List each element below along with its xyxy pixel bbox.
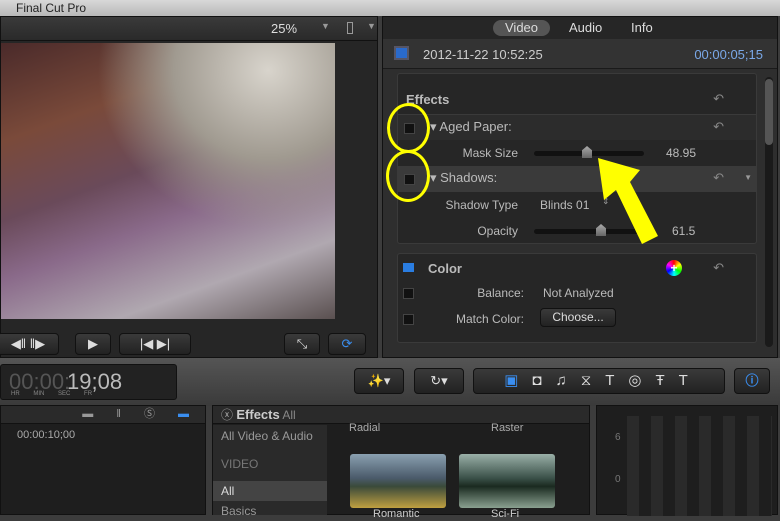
- category-heading: VIDEO: [221, 457, 259, 471]
- photo-icon[interactable]: ◘: [532, 372, 555, 389]
- reset-effects-icon[interactable]: ↶: [713, 91, 724, 107]
- view-options-icon[interactable]: [347, 22, 353, 34]
- clip-header: 2012-11-22 10:52:25 00:00:05;15: [383, 39, 777, 69]
- tab-audio[interactable]: Audio: [557, 20, 614, 36]
- shadows-label: Shadows:: [440, 170, 498, 185]
- mask-size-value[interactable]: 48.95: [666, 146, 696, 160]
- category-item[interactable]: All Video & Audio: [213, 425, 327, 447]
- choose-button[interactable]: Choose...: [540, 308, 616, 327]
- inspector-scrollbar[interactable]: [765, 77, 773, 347]
- tab-video[interactable]: Video: [493, 20, 551, 36]
- aged-paper-label: Aged Paper:: [439, 119, 512, 134]
- browser-title: Effects: [236, 407, 280, 422]
- timeline-ruler: 00:00:10;00: [17, 429, 76, 441]
- effect-label: Sci-Fi: [491, 508, 520, 520]
- clip-name: 2012-11-22 10:52:25: [423, 47, 543, 62]
- mask-size-label: Mask Size: [462, 146, 518, 160]
- effect-thumbnail-scifi[interactable]: [459, 454, 555, 508]
- play-button[interactable]: ▶: [75, 333, 111, 355]
- view-dropdown-icon[interactable]: ▼: [367, 21, 376, 31]
- viewer-header: 25% ▼ ▼: [1, 17, 377, 41]
- effect-thumbnail-romantic[interactable]: [350, 454, 446, 508]
- frame-step-buttons[interactable]: ◀‖ ‖▶: [0, 333, 59, 355]
- timeline-panel: ▬ ‖ Ⓢ ▬ 00:00:10;00: [0, 405, 206, 515]
- unit-min: MIN: [33, 391, 45, 397]
- color-add-icon[interactable]: +: [666, 260, 682, 276]
- meter-tick: 0: [615, 474, 621, 485]
- timecode-display: 00:00: 19;08 HR MIN SEC FR: [0, 364, 177, 400]
- zoom-dropdown-icon[interactable]: ▼: [321, 21, 330, 31]
- audio-meter-panel: 6 0: [596, 405, 778, 516]
- unit-fr: FR: [84, 391, 93, 397]
- color-section: Color + ↶ Balance: Not Analyzed Match Co…: [397, 253, 757, 343]
- loop-button[interactable]: ⟳: [328, 333, 366, 355]
- inspector-tabs: Video Audio Info: [383, 17, 777, 39]
- reset-shadows-icon[interactable]: ↶: [713, 170, 724, 186]
- timeline-toolbar[interactable]: ▬ ‖ Ⓢ ▬: [1, 406, 205, 424]
- effect-label: Radial: [349, 422, 381, 434]
- video-frame: [1, 43, 335, 319]
- opacity-value[interactable]: 61.5: [672, 224, 695, 238]
- reset-color-icon[interactable]: ↶: [713, 260, 724, 276]
- balance-label: Balance:: [477, 286, 524, 300]
- unit-sec: SEC: [58, 391, 71, 397]
- category-list: All Video & Audio VIDEO All Basics: [213, 425, 327, 518]
- shadows-header: ▾ Shadows: ↶ ▼: [398, 166, 756, 192]
- shadows-menu-icon[interactable]: ▼: [744, 173, 752, 182]
- effect-label: Raster: [491, 422, 524, 434]
- shadow-type-select[interactable]: Blinds 01: [540, 198, 589, 212]
- audio-meter: [627, 416, 772, 516]
- effects-section: Effects ↶ ▾ Aged Paper: ↶ Mask Size 48.9…: [397, 73, 757, 244]
- app-title: Final Cut Pro: [0, 0, 780, 16]
- toolbar: 00:00: 19;08 HR MIN SEC FR ✨▾ ↻▾ ▣◘♫⧖T◎Ŧ…: [0, 358, 780, 406]
- balance-value: Not Analyzed: [543, 286, 614, 300]
- color-title: Color: [428, 261, 462, 276]
- inspector-button[interactable]: ⓘ: [734, 368, 770, 394]
- color-enable-checkbox[interactable]: [403, 263, 414, 272]
- titles-icon[interactable]: T: [605, 372, 628, 389]
- browser-filter: All: [282, 408, 296, 422]
- transitions-icon[interactable]: ⧖: [581, 372, 606, 389]
- inspector-panel: Video Audio Info 2012-11-22 10:52:25 00:…: [382, 16, 778, 358]
- category-item[interactable]: Basics: [213, 501, 327, 521]
- annotation-circle: [387, 103, 430, 153]
- annotation-circle: [386, 150, 430, 202]
- reset-aged-paper-icon[interactable]: ↶: [713, 119, 724, 135]
- generators-icon[interactable]: ◎: [628, 372, 655, 389]
- zoom-level[interactable]: 25%: [271, 21, 297, 36]
- shadow-type-label: Shadow Type: [445, 198, 519, 212]
- clip-timecode: 00:00:05;15: [694, 47, 763, 62]
- music-icon[interactable]: ♫: [555, 372, 580, 389]
- fullscreen-button[interactable]: ⤡: [284, 333, 320, 355]
- viewer-panel: 25% ▼ ▼ ◀‖ ‖▶ ▶ |◀ ▶| ⤡ ⟳: [0, 16, 378, 358]
- enhance-button[interactable]: ✨▾: [354, 368, 404, 394]
- themes-icon[interactable]: ŦT: [655, 372, 701, 389]
- film-icon: [394, 46, 409, 60]
- browser-buttons[interactable]: ▣◘♫⧖T◎ŦT: [473, 368, 725, 394]
- close-icon[interactable]: ⓧ: [221, 408, 233, 422]
- match-color-checkbox[interactable]: [403, 314, 414, 325]
- effects-browser-icon[interactable]: ▣: [504, 372, 532, 389]
- retime-button[interactable]: ↻▾: [414, 368, 464, 394]
- category-item[interactable]: All: [213, 481, 327, 501]
- match-color-label: Match Color:: [455, 312, 524, 326]
- aged-paper-header: ▾ Aged Paper: ↶: [398, 114, 756, 140]
- balance-checkbox[interactable]: [403, 288, 414, 299]
- effects-browser: ⓧ Effects All All Video & Audio VIDEO Al…: [212, 405, 590, 520]
- effect-label: Romantic: [373, 508, 420, 520]
- skip-buttons[interactable]: |◀ ▶|: [119, 333, 191, 355]
- annotation-arrow: [598, 158, 658, 244]
- meter-tick: 6: [615, 432, 621, 443]
- tab-info[interactable]: Info: [619, 20, 665, 36]
- opacity-label: Opacity: [477, 224, 518, 238]
- unit-hr: HR: [11, 391, 20, 397]
- browser-header: ⓧ Effects All: [213, 406, 589, 424]
